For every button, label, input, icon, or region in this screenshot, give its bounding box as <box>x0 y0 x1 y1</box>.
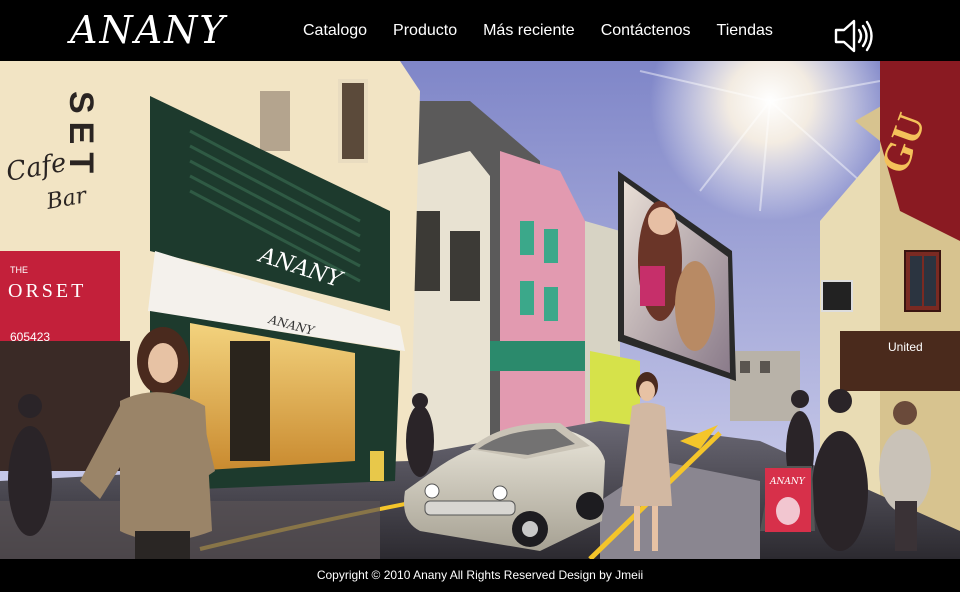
street-scene-banner: United GU SET Cafe Bar THE ORSET 605423 … <box>0 61 960 559</box>
site-footer: Copyright © 2010 Anany All Rights Reserv… <box>0 559 960 592</box>
the-label-text: THE <box>10 265 28 275</box>
main-nav: Catalogo Producto Más reciente Contácten… <box>290 0 786 61</box>
united-sign-text: United <box>888 340 923 354</box>
cafe-sign-vertical-text: SET <box>62 91 100 181</box>
corset-sign-text: ORSET <box>8 280 86 302</box>
street-scene-illustration: United GU SET Cafe Bar THE ORSET 605423 … <box>0 61 960 559</box>
poster-text: ANANY <box>769 477 806 487</box>
nav-mas-reciente[interactable]: Más reciente <box>483 22 575 40</box>
site-header: ANANY Catalogo Producto Más reciente Con… <box>0 0 960 61</box>
copyright-text: Copyright © 2010 Anany All Rights Reserv… <box>316 568 644 582</box>
nav-producto[interactable]: Producto <box>393 22 457 40</box>
nav-contactenos[interactable]: Contáctenos <box>601 22 691 40</box>
site-logo[interactable]: ANANY <box>70 6 226 54</box>
speaker-icon[interactable] <box>833 17 877 55</box>
nav-tiendas[interactable]: Tiendas <box>717 22 773 40</box>
nav-catalogo[interactable]: Catalogo <box>303 22 367 40</box>
